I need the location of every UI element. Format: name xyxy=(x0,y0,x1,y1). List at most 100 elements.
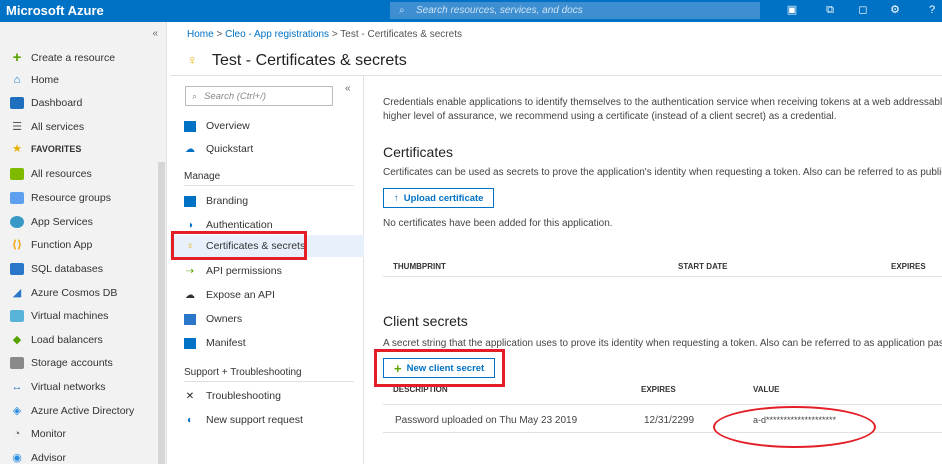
secret-description: Password uploaded on Thu May 23 2019 xyxy=(395,415,578,426)
advisor-icon: ◉ xyxy=(12,452,22,464)
authentication-icon: ◑ xyxy=(186,219,194,231)
menu-item-owners[interactable]: Owners xyxy=(184,310,242,328)
sidebar-item-advisor[interactable]: ◉ Advisor xyxy=(10,449,66,467)
breadcrumb: Home > Cleo - App registrations > Test -… xyxy=(187,29,462,40)
col-header-value: VALUE xyxy=(753,385,780,394)
col-header-expires: EXPIRES xyxy=(641,385,676,394)
menu-item-expose-api[interactable]: ☁ Expose an API xyxy=(184,286,275,304)
storage-icon xyxy=(10,357,24,369)
menu-item-quickstart[interactable]: ☁ Quickstart xyxy=(184,140,253,158)
breadcrumb-separator: > xyxy=(331,29,338,40)
sidebar-item-label: Create a resource xyxy=(31,52,116,64)
sidebar-item-label: App Services xyxy=(31,216,93,228)
sidebar-item-label: Load balancers xyxy=(31,334,103,346)
sidebar-item-monitor[interactable]: ◔ Monitor xyxy=(10,425,66,443)
sidebar-item-virtual-networks[interactable]: ↔ Virtual networks xyxy=(10,378,106,396)
global-search-input[interactable]: ⌕ Search resources, services, and docs xyxy=(390,2,760,19)
menu-item-overview[interactable]: Overview xyxy=(184,117,250,135)
app-services-icon xyxy=(10,216,24,228)
no-certificates-message: No certificates have been added for this… xyxy=(383,218,613,229)
sidebar-item-label: Azure Active Directory xyxy=(31,405,135,417)
breadcrumb-current: Test - Certificates & secrets xyxy=(340,29,462,40)
support-section-header: Support + Troubleshooting xyxy=(184,367,302,378)
sidebar-favorites-header: ★ FAVORITES xyxy=(10,140,81,158)
sidebar-item-all-resources[interactable]: All resources xyxy=(10,165,92,183)
overview-icon xyxy=(184,120,196,132)
portal-sidebar: « + Create a resource ⌂ Home Dashboard ☰… xyxy=(0,22,167,464)
key-icon: ♀ xyxy=(187,52,198,68)
menu-search-placeholder: Search (Ctrl+/) xyxy=(204,91,267,102)
sidebar-item-label: Azure Cosmos DB xyxy=(31,287,118,299)
directory-filter-icon[interactable]: ⧉ xyxy=(823,3,837,17)
help-icon[interactable]: ? xyxy=(925,3,939,17)
home-icon: ⌂ xyxy=(13,74,21,86)
sidebar-item-label: Resource groups xyxy=(31,192,111,204)
sidebar-item-label: Home xyxy=(31,74,60,86)
sidebar-item-virtual-machines[interactable]: Virtual machines xyxy=(10,307,108,325)
menu-item-troubleshooting[interactable]: ✕ Troubleshooting xyxy=(184,387,281,405)
notifications-icon[interactable]: ◻ xyxy=(856,3,870,17)
sidebar-item-active-directory[interactable]: ◈ Azure Active Directory xyxy=(10,402,135,420)
wrench-icon: ✕ xyxy=(185,390,195,402)
menu-collapse-button[interactable]: « xyxy=(345,83,351,94)
breadcrumb-home[interactable]: Home xyxy=(187,29,214,40)
vm-icon xyxy=(10,310,24,322)
owners-icon xyxy=(184,313,196,325)
cloud-shell-icon[interactable]: ▣ xyxy=(785,3,799,17)
sidebar-item-sql-databases[interactable]: SQL databases xyxy=(10,260,103,278)
monitor-icon: ◔ xyxy=(13,428,21,440)
brand-name[interactable]: Microsoft Azure xyxy=(6,3,104,18)
support-request-icon: ◐ xyxy=(186,414,194,426)
menu-item-label: Owners xyxy=(206,313,243,325)
menu-item-new-support-request[interactable]: ◐ New support request xyxy=(184,411,303,429)
search-placeholder: Search resources, services, and docs xyxy=(416,5,583,16)
sidebar-item-label: Virtual machines xyxy=(31,310,109,322)
settings-icon[interactable]: ⚙ xyxy=(888,3,902,17)
page-title: Test - Certificates & secrets xyxy=(212,52,407,69)
branding-icon xyxy=(184,195,196,207)
breadcrumb-separator: > xyxy=(216,29,223,40)
secret-expires: 12/31/2299 xyxy=(644,415,695,426)
star-icon: ★ xyxy=(12,143,22,155)
sidebar-item-create-resource[interactable]: + Create a resource xyxy=(10,49,115,67)
sidebar-item-load-balancers[interactable]: ◆ Load balancers xyxy=(10,331,103,349)
search-icon: ⌕ xyxy=(399,5,405,16)
menu-item-label: Quickstart xyxy=(206,143,254,155)
section-divider xyxy=(184,381,354,382)
client-secrets-description: A secret string that the application use… xyxy=(383,338,942,349)
sidebar-item-label: All resources xyxy=(31,168,92,180)
upload-certificate-button[interactable]: ↑ Upload certificate xyxy=(383,188,495,208)
menu-item-label: API permissions xyxy=(206,265,282,277)
menu-item-api-permissions[interactable]: ⇢ API permissions xyxy=(184,262,282,280)
sidebar-item-cosmos-db[interactable]: ◢ Azure Cosmos DB xyxy=(10,284,118,302)
menu-item-manifest[interactable]: Manifest xyxy=(184,334,246,352)
sidebar-item-resource-groups[interactable]: Resource groups xyxy=(10,189,111,207)
sidebar-item-storage-accounts[interactable]: Storage accounts xyxy=(10,354,113,372)
section-divider xyxy=(184,185,354,186)
upload-icon: ↑ xyxy=(394,192,399,204)
breadcrumb-app-registrations[interactable]: Cleo - App registrations xyxy=(225,29,329,40)
api-permissions-icon: ⇢ xyxy=(185,265,195,277)
sql-icon xyxy=(10,263,24,275)
sidebar-item-dashboard[interactable]: Dashboard xyxy=(10,94,82,112)
quickstart-icon: ☁ xyxy=(185,143,195,155)
certificates-heading: Certificates xyxy=(383,144,454,160)
sidebar-collapse-button[interactable]: « xyxy=(152,28,158,39)
annotation-highlight-box xyxy=(171,231,307,260)
menu-item-label: Expose an API xyxy=(206,289,275,301)
sidebar-item-function-app[interactable]: ⟨⟩ Function App xyxy=(10,236,92,254)
col-header-thumbprint: THUMBPRINT xyxy=(393,262,446,271)
grid-icon xyxy=(10,168,24,180)
menu-item-label: Manifest xyxy=(206,337,246,349)
sidebar-item-app-services[interactable]: App Services xyxy=(10,213,93,231)
menu-search-input[interactable]: ⌕ Search (Ctrl+/) xyxy=(185,86,333,106)
menu-item-branding[interactable]: Branding xyxy=(184,192,248,210)
sidebar-item-all-services[interactable]: ☰ All services xyxy=(10,118,84,136)
list-icon: ☰ xyxy=(12,121,22,133)
table-divider xyxy=(383,276,942,277)
sidebar-scrollbar[interactable] xyxy=(158,162,165,464)
sidebar-item-label: Monitor xyxy=(31,428,67,440)
sidebar-item-label: All services xyxy=(31,121,85,133)
menu-item-label: New support request xyxy=(206,414,303,426)
sidebar-item-home[interactable]: ⌂ Home xyxy=(10,71,59,89)
